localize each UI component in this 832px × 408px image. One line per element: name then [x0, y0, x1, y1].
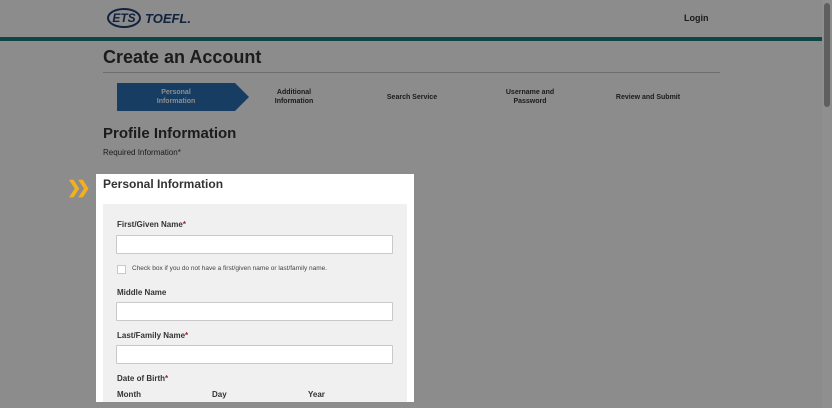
- personal-information-card: Personal Information First/Given Name* C…: [96, 174, 414, 402]
- last-name-field[interactable]: [116, 345, 393, 364]
- dim-overlay-top: [0, 0, 832, 174]
- dim-overlay-right: [414, 174, 832, 408]
- first-name-field[interactable]: [116, 235, 393, 254]
- first-name-label-text: First/Given Name: [117, 220, 183, 229]
- personal-information-form: First/Given Name* Check box if you do no…: [103, 204, 407, 402]
- dob-year-label: Year: [308, 390, 325, 399]
- dob-day-label: Day: [212, 390, 227, 399]
- dim-overlay-left: [0, 174, 96, 408]
- middle-name-label: Middle Name: [117, 288, 167, 297]
- double-chevron-right-icon: ❯❯: [67, 178, 90, 197]
- required-mark: *: [185, 331, 189, 340]
- date-of-birth-label-text: Date of Birth: [117, 374, 165, 383]
- required-mark: *: [165, 374, 169, 383]
- date-of-birth-label: Date of Birth*: [117, 374, 168, 383]
- scrollbar-thumb[interactable]: [824, 3, 830, 107]
- last-name-label-text: Last/Family Name: [117, 331, 186, 340]
- no-name-checkbox-label: Check box if you do not have a first/giv…: [132, 265, 328, 272]
- middle-name-field[interactable]: [116, 302, 393, 321]
- card-title: Personal Information: [103, 177, 224, 191]
- first-name-label: First/Given Name*: [117, 220, 186, 229]
- required-mark: *: [182, 220, 186, 229]
- no-name-checkbox[interactable]: [117, 265, 126, 274]
- dim-overlay-bottom: [96, 402, 414, 408]
- dob-month-label: Month: [117, 390, 141, 399]
- last-name-label: Last/Family Name*: [117, 331, 188, 340]
